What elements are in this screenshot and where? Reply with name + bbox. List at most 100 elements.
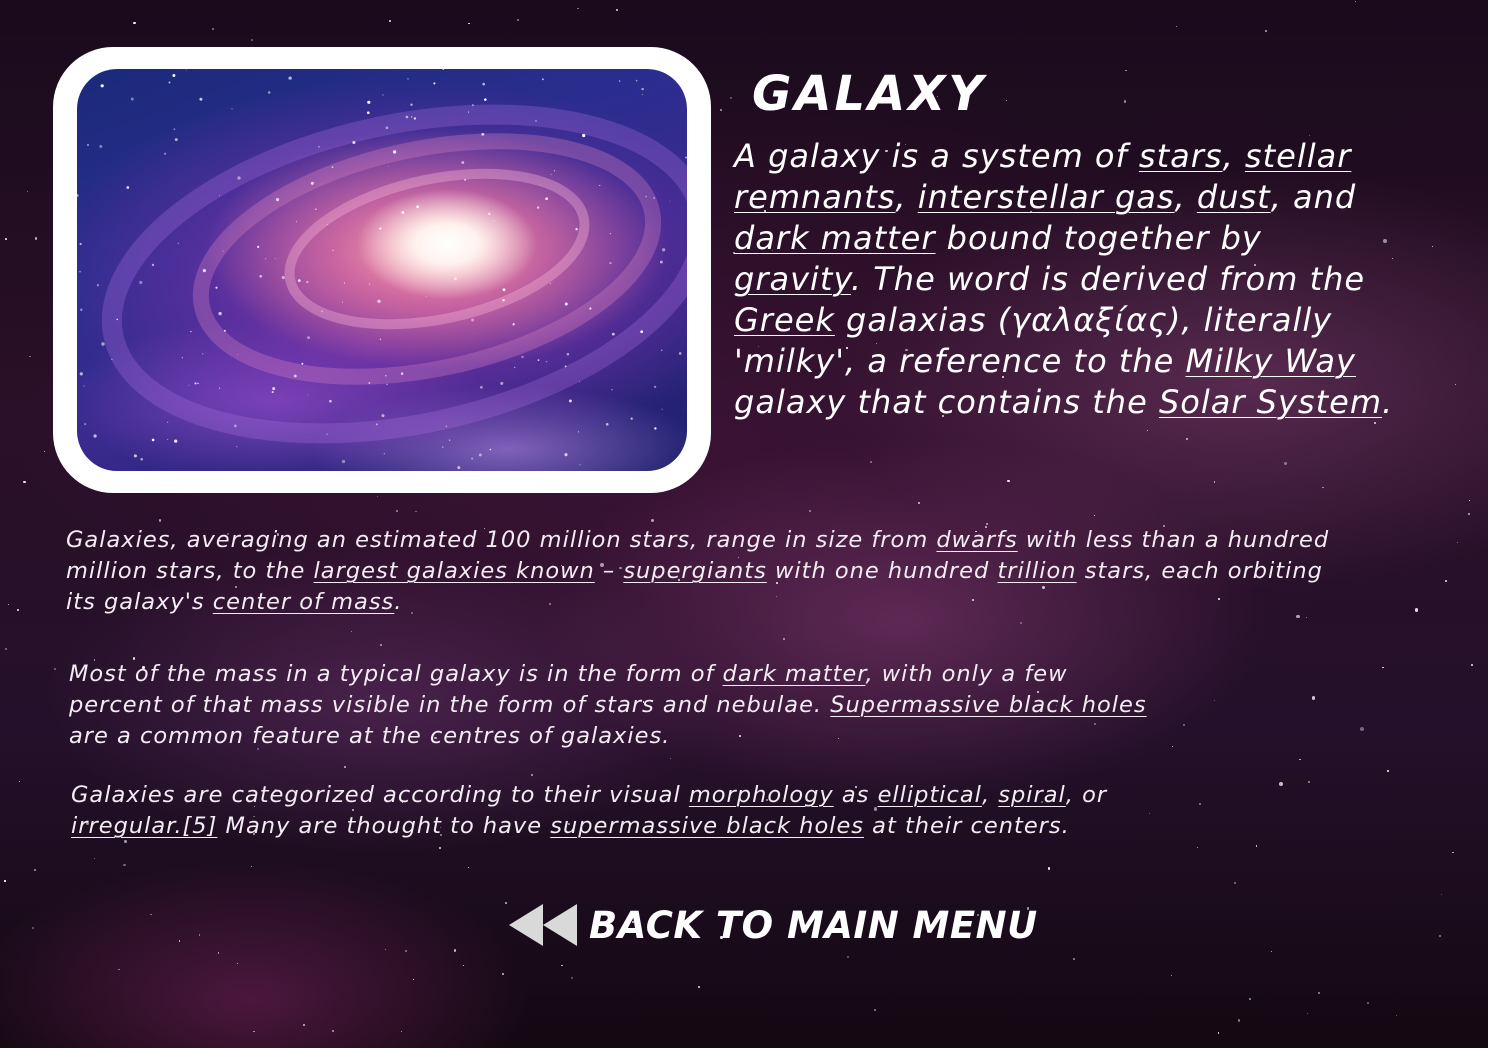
background-star: [1278, 781, 1283, 787]
link-greek[interactable]: Greek: [734, 301, 835, 339]
link-trillion[interactable]: trillion: [997, 558, 1076, 584]
galaxy-star: [167, 421, 169, 423]
galaxy-star: [140, 457, 144, 461]
link-supermassive-black-holes-2[interactable]: supermassive black holes: [550, 813, 864, 839]
paragraph-text: , or: [1065, 782, 1108, 808]
link-milky-way[interactable]: Milky Way: [1186, 342, 1356, 380]
background-star: [1196, 846, 1199, 849]
galaxy-star: [611, 388, 613, 391]
background-star: [462, 964, 465, 967]
link-supergiants[interactable]: supergiants: [623, 558, 766, 584]
background-star: [1198, 802, 1202, 806]
background-star: [1171, 746, 1174, 748]
link-dwarfs[interactable]: dwarfs: [936, 527, 1017, 553]
link-largest-galaxies-known[interactable]: largest galaxies known: [314, 558, 595, 584]
galaxy-star: [342, 301, 344, 303]
link-elliptical[interactable]: elliptical: [878, 782, 982, 808]
galaxy-star: [410, 103, 413, 107]
galaxy-star: [133, 454, 137, 458]
background-star: [1471, 664, 1473, 667]
background-star: [917, 501, 921, 505]
link-dust[interactable]: dust: [1197, 178, 1271, 216]
background-star: [94, 857, 96, 859]
background-star: [250, 39, 253, 42]
back-button-label: BACK TO MAIN MENU: [589, 903, 1038, 947]
back-to-main-menu-button[interactable]: BACK TO MAIN MENU: [507, 898, 1038, 952]
galaxy-star: [126, 186, 130, 189]
link-citation-5[interactable]: [5]: [183, 813, 218, 839]
background-star: [1283, 461, 1288, 465]
background-star: [698, 986, 700, 988]
intro-text: bound together by: [935, 219, 1262, 257]
link-supermassive-black-holes[interactable]: Supermassive black holes: [830, 692, 1146, 718]
galaxy-star: [500, 381, 504, 385]
intro-text: ,: [1174, 178, 1197, 216]
link-center-of-mass[interactable]: center of mass: [213, 589, 395, 615]
background-star: [1073, 958, 1076, 961]
galaxy-star: [366, 111, 370, 115]
galaxy-star: [541, 78, 544, 81]
background-star: [384, 948, 387, 951]
link-dark-matter[interactable]: dark matter: [734, 219, 936, 257]
galaxy-star: [111, 358, 113, 360]
galaxy-star: [332, 249, 334, 252]
background-star: [501, 973, 505, 976]
background-star: [467, 22, 470, 25]
galaxy-star: [194, 382, 197, 385]
galaxy-star: [536, 206, 540, 209]
galaxy-star: [264, 258, 267, 260]
background-star: [1359, 726, 1364, 731]
background-star: [34, 237, 38, 240]
galaxy-star: [218, 311, 222, 316]
galaxy-star: [645, 195, 648, 198]
galaxy-star: [387, 165, 389, 167]
galaxy-star: [385, 126, 389, 130]
link-spiral[interactable]: spiral: [998, 782, 1066, 808]
background-star: [874, 1009, 877, 1012]
background-star: [1264, 30, 1267, 33]
galaxy-star: [401, 210, 405, 214]
link-stars[interactable]: stars: [1139, 137, 1223, 175]
paragraph-text: Galaxies are categorized according to th…: [71, 782, 689, 808]
galaxy-star: [101, 342, 105, 346]
galaxy-star: [199, 97, 203, 101]
paragraph-text: Many are thought to have: [217, 813, 551, 839]
galaxy-star: [467, 111, 470, 113]
galaxy-star: [416, 205, 420, 209]
galaxy-star: [564, 365, 567, 368]
link-gravity[interactable]: gravity: [734, 260, 851, 298]
background-star: [1007, 479, 1010, 482]
galaxy-star: [116, 318, 118, 321]
galaxy-star: [575, 228, 578, 231]
galaxy-star: [382, 94, 384, 96]
paragraph-text: .: [394, 589, 403, 615]
background-star: [123, 863, 126, 867]
background-star: [389, 19, 391, 22]
link-irregular[interactable]: irregular.: [71, 813, 183, 839]
background-star: [1317, 991, 1320, 994]
background-star: [783, 638, 786, 641]
link-interstellar-gas[interactable]: interstellar gas: [918, 178, 1175, 216]
link-morphology[interactable]: morphology: [689, 782, 834, 808]
galaxy-star: [513, 366, 516, 369]
background-star: [44, 451, 46, 453]
galaxy-star: [271, 391, 274, 394]
background-star: [400, 1030, 402, 1032]
background-star: [870, 461, 872, 463]
galaxy-star: [400, 372, 404, 375]
galaxy-star: [566, 352, 570, 356]
galaxy-star: [301, 362, 304, 365]
galaxy-star: [407, 78, 409, 80]
galaxy-star: [471, 104, 474, 107]
link-dark-matter-2[interactable]: dark matter: [723, 661, 866, 687]
galaxy-star: [100, 84, 104, 88]
background-star: [1445, 580, 1447, 582]
background-star: [561, 964, 563, 967]
galaxy-star: [367, 100, 371, 104]
paragraph-text: at their centers.: [864, 813, 1070, 839]
link-solar-system[interactable]: Solar System: [1159, 383, 1382, 421]
galaxy-star: [343, 282, 346, 284]
galaxy-star: [174, 138, 178, 142]
morphology-paragraph: Galaxies are categorized according to th…: [71, 780, 1171, 842]
galaxy-star: [609, 261, 612, 265]
